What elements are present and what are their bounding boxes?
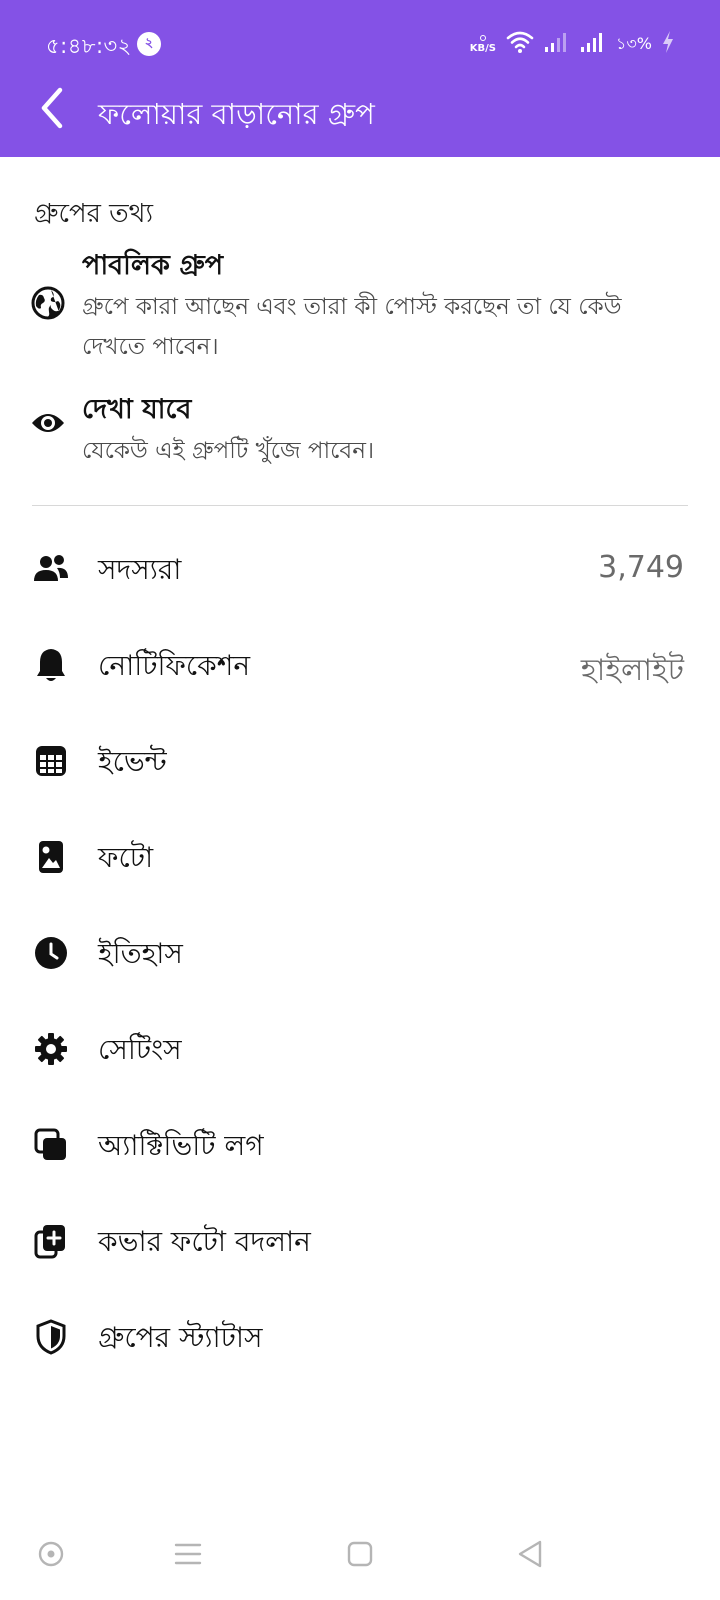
menu-label-settings: সেটিংস [98,1033,182,1066]
page-title: ফলোয়ার বাড়ানোর গ্রুপ [98,97,375,131]
notification-setting-value: হাইলাইট [580,653,684,688]
menu-label-history: ইতিহাস [98,937,183,970]
speed-dot-icon [479,34,486,41]
menu-label-photos: ফটো [98,841,154,874]
assistant-icon [38,1541,64,1567]
menu-item-members[interactable]: সদস্যরা 3,749 [0,520,720,616]
menu-label-group-status: গ্রুপের স্ট্যাটাস [98,1321,263,1354]
menu-label-notifications: নোটিফিকেশন [98,649,251,682]
menu-label-change-cover-photo: কভার ফটো বদলান [98,1225,311,1258]
section-title: গ্রুপের তথ্য [34,199,154,229]
signal-weak-icon [544,31,570,57]
home-button[interactable] [338,1532,382,1576]
menu-item-activity-log[interactable]: অ্যাক্টিভিটি লগ [0,1096,720,1192]
status-bar: ৫:৪৮:৩২ ২ KB/S ১৩% [0,0,720,88]
menu-item-photos[interactable]: ফটো [0,808,720,904]
network-speed: KB/S [469,34,496,54]
divider [32,505,688,506]
gear-icon [32,1030,70,1068]
system-navbar [0,1510,720,1600]
menu-item-group-status[interactable]: গ্রুপের স্ট্যাটাস [0,1288,720,1384]
nav-back-button[interactable] [508,1532,552,1576]
speed-unit: KB/S [469,42,496,54]
globe-icon [30,285,66,321]
privacy-title: পাবলিক গ্রুপ [82,250,224,281]
members-icon [32,550,70,588]
clock-icon [32,934,70,972]
add-cover-photo-icon [32,1222,70,1260]
back-icon [518,1540,542,1568]
menu-label-activity-log: অ্যাক্টিভিটি লগ [98,1129,264,1162]
menu-item-events[interactable]: ইভেন্ট [0,712,720,808]
calendar-icon [32,742,70,780]
battery-level: ১৩% [616,33,652,53]
menu-item-settings[interactable]: সেটিংস [0,1000,720,1096]
shield-icon [32,1318,70,1356]
home-icon [347,1541,373,1567]
menu-item-change-cover-photo[interactable]: কভার ফটো বদলান [0,1192,720,1288]
photo-icon [32,838,70,876]
header: ফলোয়ার বাড়ানোর গ্রুপ [0,80,720,157]
menu-label-members: সদস্যরা [98,553,182,586]
charging-icon [662,30,674,58]
bell-icon [32,646,70,684]
activity-log-icon [32,1126,70,1164]
notification-count-badge: ২ [137,32,161,56]
recents-button[interactable] [166,1532,210,1576]
wifi-icon [506,30,534,58]
assistant-button[interactable] [29,1532,73,1576]
group-menu: সদস্যরা 3,749 নোটিফিকেশন হাইলাইট ইভেন্ট … [0,520,720,1384]
chevron-left-icon [41,87,63,129]
back-button[interactable] [30,86,74,130]
eye-icon [30,405,66,441]
menu-label-events: ইভেন্ট [98,745,167,778]
menu-item-history[interactable]: ইতিহাস [0,904,720,1000]
menu-icon [174,1543,202,1565]
privacy-description: গ্রুপে কারা আছেন এবং তারা কী পোস্ট করছেন… [82,294,622,360]
visibility-title: দেখা যাবে [82,394,192,425]
signal-icon [580,31,606,57]
status-time: ৫:৪৮:৩২ [46,34,132,58]
menu-item-notifications[interactable]: নোটিফিকেশন হাইলাইট [0,616,720,712]
app-bar: ৫:৪৮:৩২ ২ KB/S ১৩% ফলোয়ার বাড়ানোর গ্রু… [0,0,720,157]
status-icons: KB/S ১৩% [470,28,674,60]
group-info-screen: ৫:৪৮:৩২ ২ KB/S ১৩% ফলোয়ার বাড়ানোর গ্রু… [0,0,720,1600]
visibility-description: যেকেউ এই গ্রুপটি খুঁজে পাবেন। [82,438,375,464]
members-count: 3,749 [598,550,684,585]
